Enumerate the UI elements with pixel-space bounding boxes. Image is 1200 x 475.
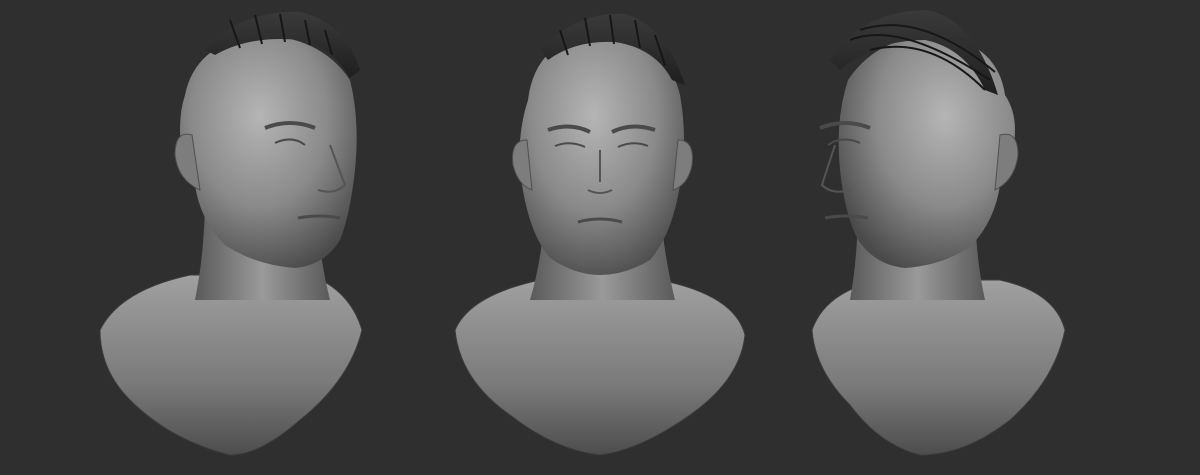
- mouth: [824, 214, 869, 220]
- chest-base: [454, 279, 746, 456]
- bust-three-quarter-left: [811, 10, 1066, 456]
- head: [519, 30, 684, 275]
- bust-front: [454, 13, 746, 456]
- bust-three-quarter-right: [99, 11, 363, 456]
- chest-base: [99, 274, 363, 456]
- sculpt-render-canvas: [99, 10, 1066, 456]
- chest-base: [811, 279, 1066, 456]
